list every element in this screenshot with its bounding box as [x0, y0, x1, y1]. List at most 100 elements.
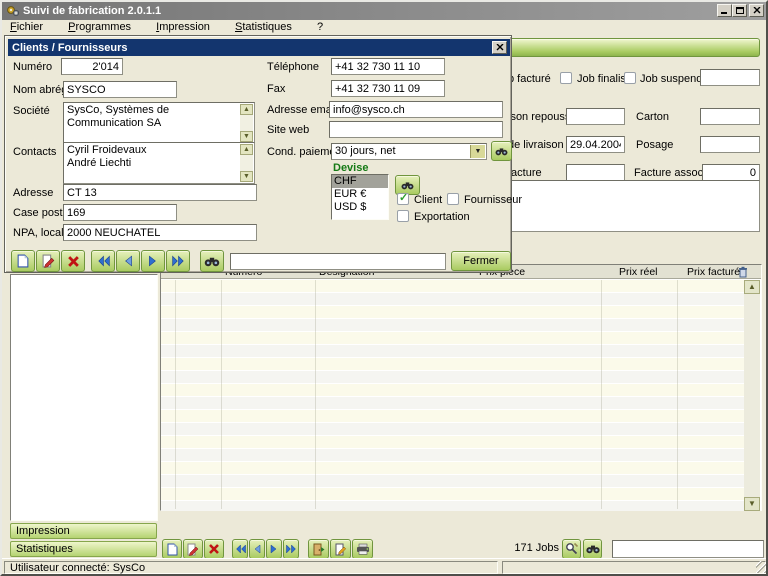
devise-option-usd[interactable]: USD $	[332, 201, 388, 214]
table-row[interactable]	[161, 449, 745, 462]
site-web-field[interactable]	[329, 121, 503, 138]
tab-impression[interactable]: Impression	[10, 523, 157, 539]
npa-localite-field[interactable]	[63, 224, 257, 241]
devise-option-chf[interactable]: CHF	[332, 175, 388, 188]
contacts-label: Contacts	[13, 146, 56, 158]
table-row[interactable]	[161, 410, 745, 423]
email-field[interactable]	[329, 101, 503, 118]
resize-grip[interactable]	[756, 561, 768, 573]
nom-abrege-field[interactable]	[63, 81, 177, 98]
table-row[interactable]	[161, 501, 745, 511]
scroll-up-icon[interactable]: ▲	[240, 104, 253, 115]
table-row[interactable]	[161, 384, 745, 397]
table-row[interactable]	[161, 436, 745, 449]
menu-statistiques[interactable]: Statistiques	[233, 21, 294, 33]
table-scrollbar[interactable]: ▲ ▼	[744, 280, 760, 511]
fermer-button[interactable]: Fermer	[451, 251, 511, 271]
edit-client-button[interactable]	[36, 250, 60, 272]
edit-job-button[interactable]	[183, 539, 203, 559]
minimize-button[interactable]	[717, 4, 732, 17]
table-row[interactable]	[161, 306, 745, 319]
fax-field[interactable]	[331, 80, 445, 97]
advanced-search-button[interactable]	[562, 539, 581, 559]
nav-first-button[interactable]	[91, 250, 115, 272]
telephone-field[interactable]	[331, 58, 445, 75]
table-row[interactable]	[161, 423, 745, 436]
societe-textarea[interactable]: SysCo, Systèmes de Communication SA ▲ ▼	[63, 102, 255, 144]
menu-impression[interactable]: Impression	[154, 21, 212, 33]
window-titlebar[interactable]: Suivi de fabrication 2.0.1.1	[2, 2, 766, 20]
facture-associee-field[interactable]	[702, 164, 760, 181]
table-row[interactable]	[161, 358, 745, 371]
adresse-field[interactable]	[63, 184, 257, 201]
fournisseur-checkbox[interactable]	[447, 193, 459, 205]
chevron-down-icon[interactable]: ▼	[470, 145, 485, 158]
nav-prev-button[interactable]	[249, 539, 265, 559]
col-prix-facture[interactable]: Prix facturé	[687, 266, 740, 278]
client-search-input[interactable]	[230, 253, 446, 270]
societe-scrollbar[interactable]: ▲ ▼	[240, 104, 253, 142]
client-checkbox[interactable]: ✓	[397, 193, 409, 205]
facture-field[interactable]	[566, 164, 625, 181]
find-client-button[interactable]	[200, 250, 224, 272]
numero-field[interactable]	[61, 58, 123, 75]
scroll-up-icon[interactable]: ▲	[240, 144, 253, 155]
job-flag-field[interactable]	[700, 69, 760, 86]
close-button[interactable]	[749, 4, 764, 17]
exit-job-button[interactable]	[308, 539, 329, 559]
left-list-panel[interactable]	[10, 274, 158, 521]
nav-prev-button[interactable]	[116, 250, 140, 272]
new-client-button[interactable]	[11, 250, 35, 272]
new-job-button[interactable]	[162, 539, 182, 559]
dialog-close-button[interactable]	[492, 41, 507, 54]
table-row[interactable]	[161, 332, 745, 345]
table-row[interactable]	[161, 397, 745, 410]
adresse-label: Adresse	[13, 187, 53, 199]
menu-programmes[interactable]: Programmes	[66, 21, 133, 33]
table-row[interactable]	[161, 319, 745, 332]
trash-icon[interactable]	[738, 266, 748, 278]
posage-field[interactable]	[700, 136, 760, 153]
table-row[interactable]	[161, 293, 745, 306]
table-row[interactable]	[161, 488, 745, 501]
nav-next-button[interactable]	[141, 250, 165, 272]
menu-help[interactable]: ?	[315, 21, 325, 33]
livraison-repoussee-field[interactable]	[566, 108, 625, 125]
table-row[interactable]	[161, 475, 745, 488]
contacts-scrollbar[interactable]: ▲ ▼	[240, 144, 253, 182]
scroll-down-icon[interactable]: ▼	[240, 131, 253, 142]
find-jobs-button[interactable]	[583, 539, 602, 559]
scroll-down-icon[interactable]: ▼	[744, 497, 760, 511]
table-row[interactable]	[161, 345, 745, 358]
tab-statistiques[interactable]: Statistiques	[10, 541, 157, 557]
exportation-checkbox[interactable]	[397, 210, 409, 222]
job-suspendu-checkbox[interactable]	[624, 72, 636, 84]
nav-next-button[interactable]	[266, 539, 282, 559]
table-row[interactable]	[161, 371, 745, 384]
scroll-up-icon[interactable]: ▲	[744, 280, 760, 294]
scroll-down-icon[interactable]: ▼	[240, 171, 253, 182]
col-prix-reel[interactable]: Prix réel	[619, 266, 658, 278]
remarks-textarea[interactable]	[492, 180, 760, 232]
print-button[interactable]	[352, 539, 373, 559]
job-report-button[interactable]	[330, 539, 351, 559]
table-row[interactable]	[161, 280, 745, 293]
nav-last-button[interactable]	[166, 250, 190, 272]
maximize-button[interactable]	[732, 4, 747, 17]
nav-first-button[interactable]	[232, 539, 248, 559]
menu-fichier[interactable]: Fichier	[8, 21, 45, 33]
job-finalise-checkbox[interactable]	[560, 72, 572, 84]
case-postale-field[interactable]	[63, 204, 177, 221]
nav-last-button[interactable]	[283, 539, 299, 559]
cond-paiement-combobox[interactable]: 30 jours, net ▼	[331, 143, 487, 160]
delete-client-button[interactable]	[61, 250, 85, 272]
devise-option-eur[interactable]: EUR €	[332, 188, 388, 201]
carton-field[interactable]	[700, 108, 760, 125]
contacts-textarea[interactable]: Cyril Froidevaux André Liechti ▲ ▼	[63, 142, 255, 184]
jobs-search-input[interactable]	[612, 540, 764, 558]
table-row[interactable]	[161, 462, 745, 475]
date-livraison-field[interactable]	[566, 136, 625, 153]
cond-paiement-search-button[interactable]	[491, 141, 512, 161]
delete-job-button[interactable]	[204, 539, 224, 559]
dialog-titlebar[interactable]: Clients / Fournisseurs	[8, 39, 510, 56]
